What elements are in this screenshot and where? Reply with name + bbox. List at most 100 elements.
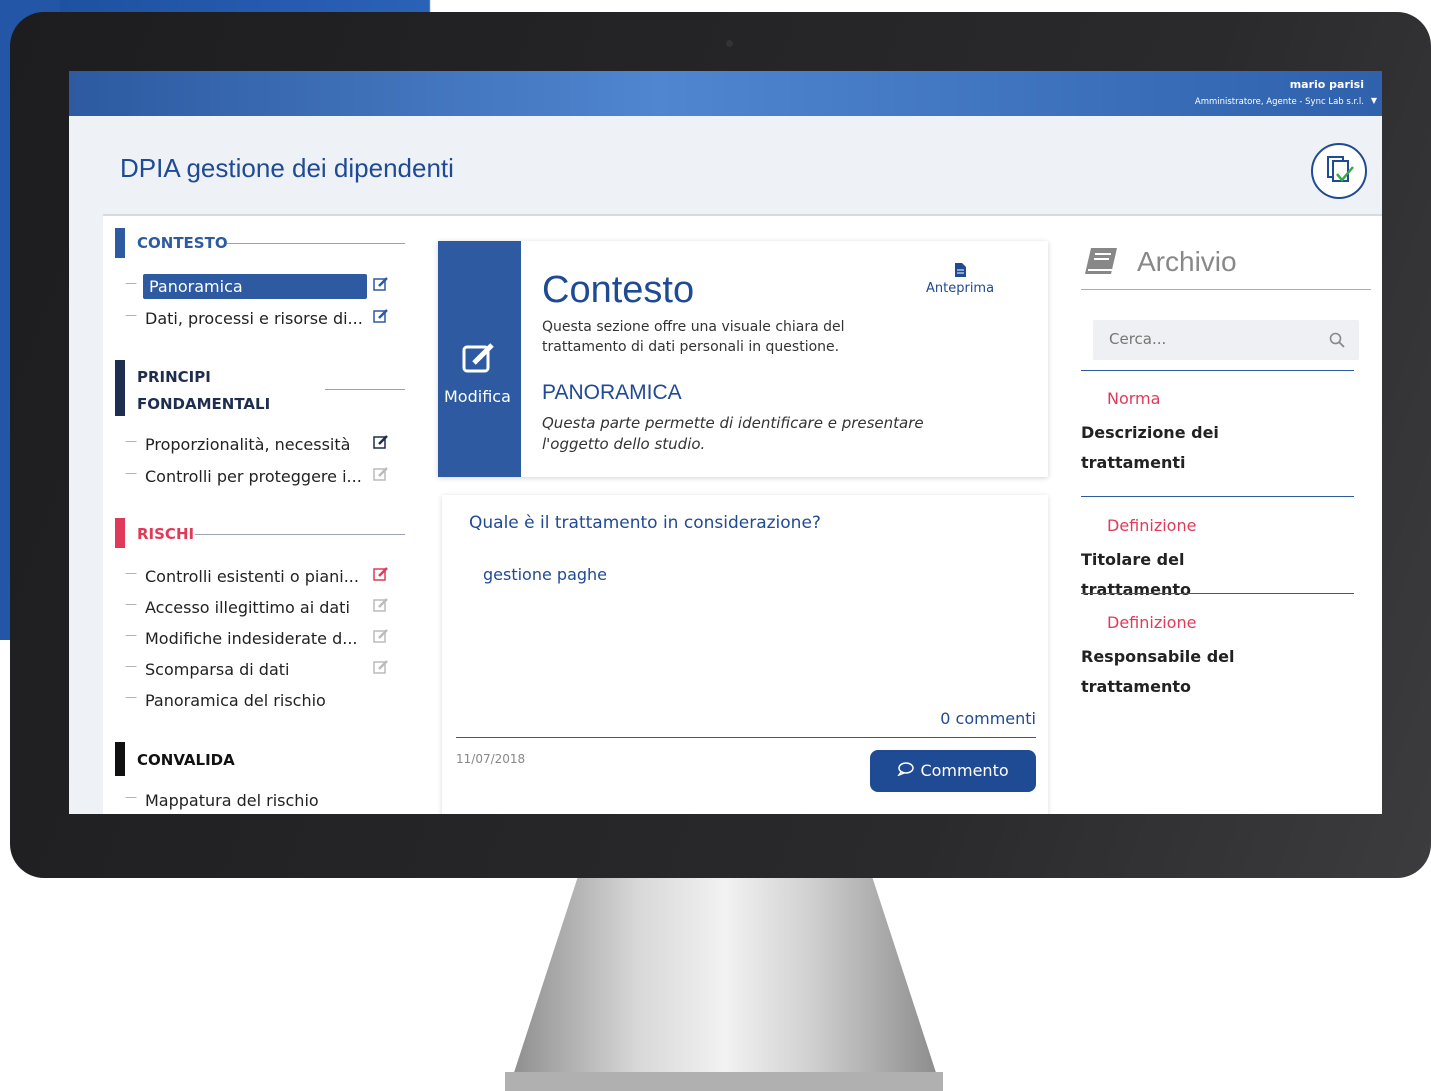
divider xyxy=(195,534,405,535)
dash: — xyxy=(125,434,137,448)
dash: — xyxy=(125,276,137,290)
archive-entry-name[interactable]: Descrizione dei trattamenti xyxy=(1081,418,1281,478)
monitor-stand-base xyxy=(505,1072,943,1091)
answer-text: gestione paghe xyxy=(483,565,608,584)
file-icon xyxy=(926,263,994,281)
search-icon[interactable] xyxy=(1329,332,1345,352)
edit-icon[interactable] xyxy=(373,628,389,648)
dash: — xyxy=(125,628,137,642)
section-label-line1: PRINCIPI xyxy=(137,368,211,386)
caret-down-icon[interactable]: ▼ xyxy=(1371,96,1377,105)
section-title: Contesto xyxy=(542,269,695,311)
sidebar-item-proporzionalita[interactable]: — Proporzionalità, necessità xyxy=(125,432,391,458)
preview-label: Anteprima xyxy=(926,281,995,296)
question-card: Quale è il trattamento in considerazione… xyxy=(442,495,1048,814)
dash: — xyxy=(125,690,137,704)
comment-button-label: Commento xyxy=(920,761,1009,780)
edit-icon[interactable] xyxy=(373,659,389,679)
archive-panel: Archivio Norma Descrizione dei trattamen… xyxy=(1081,216,1371,814)
section-contesto[interactable]: CONTESTO xyxy=(115,228,425,258)
archive-entry-name[interactable]: Titolare del trattamento xyxy=(1081,545,1281,605)
search-input[interactable] xyxy=(1107,329,1311,349)
question-text: Quale è il trattamento in considerazione… xyxy=(469,513,821,533)
divider xyxy=(1081,496,1354,497)
dash: — xyxy=(125,790,137,804)
sidebar-item-controlli-proteggere[interactable]: — Controlli per proteggere i... xyxy=(125,464,391,490)
page-title: DPIA gestione dei dipendenti xyxy=(120,153,454,183)
dash: — xyxy=(125,308,137,322)
dash: — xyxy=(125,597,137,611)
sidebar-item-scomparsa[interactable]: — Scomparsa di dati xyxy=(125,657,391,683)
section-bar xyxy=(115,228,125,258)
section-header-card: Modifica Contesto Questa sezione offre u… xyxy=(438,241,1048,477)
section-description: Questa sezione offre una visuale chiara … xyxy=(542,319,845,355)
sidebar: CONTESTO — Panoramica — Dati, processi e… xyxy=(103,216,428,814)
divider xyxy=(1081,289,1371,290)
sidebar-item-panoramica[interactable]: — Panoramica xyxy=(125,274,391,300)
document-check-icon xyxy=(1327,156,1354,182)
comments-count-link[interactable]: 0 commenti xyxy=(940,709,1036,728)
section-label: CONTESTO xyxy=(137,234,228,252)
user-name[interactable]: mario parisi xyxy=(1290,78,1364,91)
sidebar-item-label: Panoramica del rischio xyxy=(145,691,326,710)
sidebar-item-label: Accesso illegittimo ai dati xyxy=(145,598,350,617)
dash: — xyxy=(125,566,137,580)
date-label: 11/07/2018 xyxy=(456,752,526,766)
section-label-line2: FONDAMENTALI xyxy=(137,395,271,413)
sidebar-item-dati[interactable]: — Dati, processi e risorse di... xyxy=(125,306,391,332)
section-bar xyxy=(115,742,125,776)
user-role[interactable]: Amministratore, Agente - Sync Lab s.r.l. xyxy=(1195,97,1364,107)
section-rischi[interactable]: RISCHI xyxy=(115,518,425,548)
edit-icon[interactable] xyxy=(373,276,389,296)
speech-bubble-icon xyxy=(897,761,920,780)
sidebar-item-controlli-esistenti[interactable]: — Controlli esistenti o piani... xyxy=(125,564,391,590)
edit-label: Modifica xyxy=(444,387,511,406)
edit-icon[interactable] xyxy=(373,597,389,617)
validate-button[interactable] xyxy=(1311,143,1367,199)
archive-entry-category: Definizione xyxy=(1107,613,1197,632)
sidebar-item-label: Proporzionalità, necessità xyxy=(145,435,351,454)
edit-icon[interactable] xyxy=(373,434,389,454)
edit-icon[interactable] xyxy=(373,308,389,328)
section-label: RISCHI xyxy=(137,525,195,543)
sidebar-item-label: Modifiche indesiderate d... xyxy=(145,629,358,648)
sidebar-item-accesso[interactable]: — Accesso illegittimo ai dati xyxy=(125,595,391,621)
subsection-description: Questa parte permette di identificare e … xyxy=(542,414,924,453)
divider xyxy=(456,737,1036,738)
sidebar-item-label: Controlli esistenti o piani... xyxy=(145,567,359,586)
divider xyxy=(1081,370,1354,371)
edit-icon[interactable] xyxy=(373,466,389,486)
edit-icon[interactable] xyxy=(373,566,389,586)
sidebar-item-label: Scomparsa di dati xyxy=(145,660,290,679)
edit-icon xyxy=(460,339,500,383)
section-convalida[interactable]: CONVALIDA xyxy=(115,742,425,776)
archive-entry-category: Definizione xyxy=(1107,516,1197,535)
camera-dot xyxy=(726,40,733,47)
sidebar-item-label: Controlli per proteggere i... xyxy=(145,467,362,486)
monitor-stand xyxy=(508,878,942,1091)
archive-title: Archivio xyxy=(1137,246,1237,277)
section-bar xyxy=(115,518,125,548)
sidebar-item-mappatura[interactable]: — Mappatura del rischio xyxy=(125,788,391,814)
sidebar-item-modifiche[interactable]: — Modifiche indesiderate d... xyxy=(125,626,391,652)
section-label: CONVALIDA xyxy=(137,751,235,769)
sidebar-item-label: Mappatura del rischio xyxy=(145,791,319,810)
app-screen: mario parisi Amministratore, Agente - Sy… xyxy=(69,71,1382,814)
sidebar-item-panoramica-rischio[interactable]: — Panoramica del rischio xyxy=(125,688,391,714)
divider xyxy=(227,243,405,244)
comment-button[interactable]: Commento xyxy=(870,750,1036,792)
sidebar-item-label: Panoramica xyxy=(143,274,367,299)
archive-entry-name[interactable]: Responsabile del trattamento xyxy=(1081,642,1281,702)
book-icon xyxy=(1083,246,1119,284)
preview-link[interactable]: Anteprima xyxy=(926,263,994,296)
divider xyxy=(325,389,405,390)
archive-entry-category: Norma xyxy=(1107,389,1161,408)
edit-button[interactable]: Modifica xyxy=(438,241,521,477)
dash: — xyxy=(125,466,137,480)
content-area: CONTESTO — Panoramica — Dati, processi e… xyxy=(103,214,1382,814)
section-principi[interactable]: PRINCIPI FONDAMENTALI xyxy=(115,360,425,416)
subsection-title: PANORAMICA xyxy=(542,381,682,404)
section-bar xyxy=(115,360,125,416)
search-box[interactable] xyxy=(1093,320,1359,360)
divider xyxy=(1081,593,1354,594)
